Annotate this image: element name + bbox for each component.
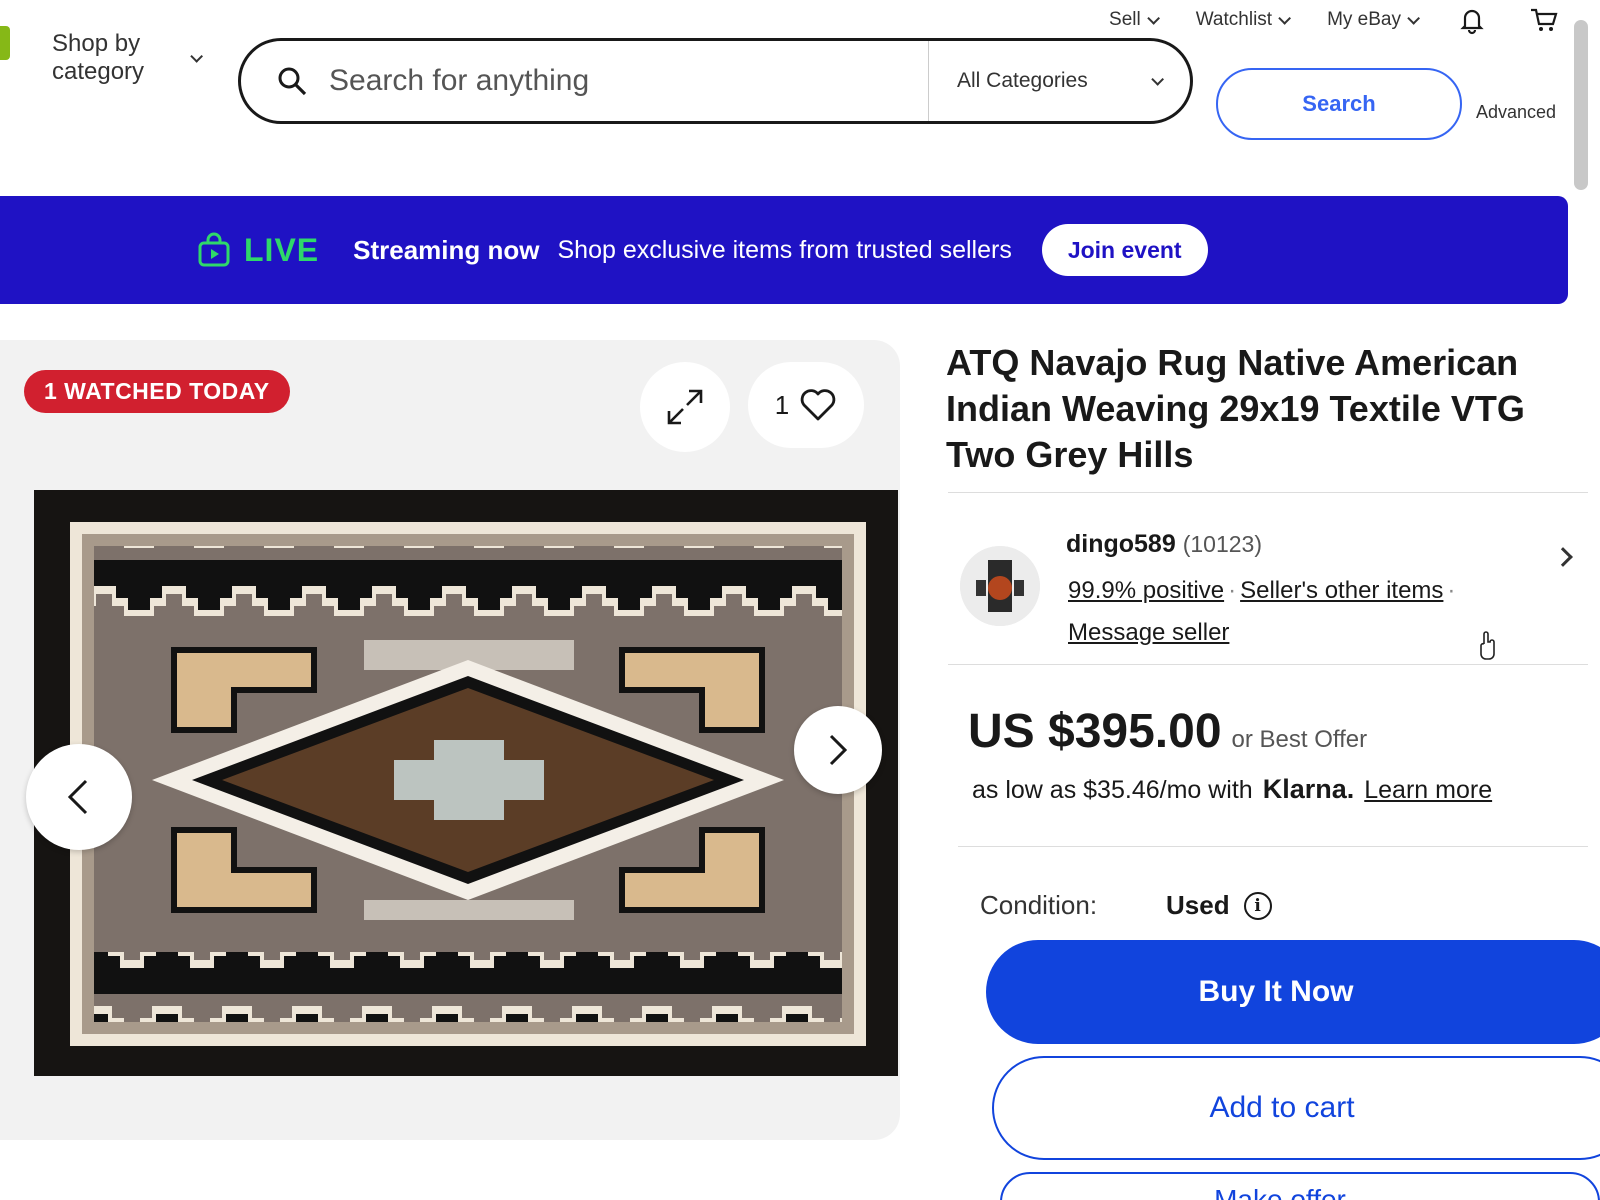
expand-icon <box>667 389 703 425</box>
advanced-search-link[interactable]: Advanced <box>1476 102 1556 123</box>
sell-label: Sell <box>1109 9 1141 30</box>
make-offer-button[interactable]: Make offer <box>1000 1172 1600 1200</box>
watch-count: 1 <box>774 389 790 420</box>
best-offer-label: or Best Offer <box>1231 726 1368 753</box>
previous-image-button[interactable] <box>26 744 132 850</box>
bell-icon[interactable] <box>1456 4 1488 36</box>
seller-name[interactable]: dingo589 <box>1066 530 1176 558</box>
chevron-right-icon[interactable] <box>1553 547 1573 567</box>
klarna-logo: Klarna. <box>1262 774 1355 804</box>
learn-more-link[interactable]: Learn more <box>1364 776 1492 805</box>
search-button[interactable]: Search <box>1216 68 1462 140</box>
watchlist-label: Watchlist <box>1195 9 1273 30</box>
klarna-monthly-text: as low as $35.46/mo with <box>972 776 1253 804</box>
chevron-down-icon <box>190 49 203 63</box>
scrollbar[interactable] <box>1574 20 1588 190</box>
heart-icon <box>800 389 836 421</box>
chevron-right-icon <box>829 734 848 766</box>
shop-by-category-button[interactable]: Shop by category <box>52 30 203 86</box>
chevron-left-icon <box>67 779 88 815</box>
live-banner-message: Shop exclusive items from trusted seller… <box>557 235 1012 264</box>
seller-name-row: dingo589 (10123) <box>1066 530 1262 559</box>
sell-link[interactable]: Sell <box>1109 9 1160 31</box>
watchlist-link[interactable]: Watchlist <box>1195 9 1292 31</box>
seller-avatar[interactable] <box>960 546 1040 626</box>
condition-label: Condition: <box>980 890 1098 920</box>
category-select-value: All Categories <box>957 69 1088 92</box>
search-bar: All Categories <box>238 38 1193 124</box>
add-to-cart-button[interactable]: Add to cart <box>992 1056 1600 1160</box>
klarna-financing: as low as $35.46/mo with Klarna. Learn m… <box>972 774 1492 805</box>
image-gallery[interactable]: 1 WATCHED TODAY 1 <box>0 340 900 1140</box>
divider <box>958 846 1588 847</box>
search-icon <box>275 64 309 98</box>
chevron-down-icon <box>1146 11 1160 25</box>
expand-button[interactable] <box>640 362 730 452</box>
item-price: US $395.00 <box>968 705 1222 758</box>
shop-by-category-label: Shop by category <box>52 30 145 85</box>
item-title: ATQ Navajo Rug Native American Indian We… <box>946 342 1525 475</box>
chevron-down-icon <box>1151 72 1164 86</box>
separator-dot: · <box>1228 577 1237 604</box>
my-ebay-link[interactable]: My eBay <box>1327 9 1420 31</box>
divider <box>948 664 1588 665</box>
ebay-logo-fragment[interactable] <box>0 26 10 60</box>
category-select[interactable]: All Categories <box>928 41 1190 121</box>
condition-value: Used <box>1166 890 1230 920</box>
next-image-button[interactable] <box>794 706 882 794</box>
streaming-now-label: Streaming now <box>353 234 540 265</box>
rug-photo <box>34 490 898 1076</box>
seller-links: 99.9% positive · Seller's other items · Mes… <box>1068 570 1488 654</box>
separator-dot: · <box>1447 577 1456 604</box>
cart-icon[interactable] <box>1528 4 1560 36</box>
condition-row: Condition: Used i <box>980 890 1272 921</box>
hand-cursor-icon <box>1476 630 1500 660</box>
message-seller-link[interactable]: Message seller <box>1068 619 1229 646</box>
live-event-banner[interactable]: LIVE Streaming now Shop exclusive items … <box>0 196 1568 304</box>
seller-other-items-link[interactable]: Seller's other items <box>1240 577 1443 604</box>
search-input[interactable] <box>329 64 889 98</box>
buy-it-now-button[interactable]: Buy It Now <box>986 940 1600 1044</box>
chevron-down-icon <box>1407 11 1420 25</box>
divider <box>948 492 1588 493</box>
seller-feedback-count: (10123) <box>1182 531 1262 557</box>
my-ebay-label: My eBay <box>1327 9 1401 30</box>
seller-positive-link[interactable]: 99.9% positive <box>1068 577 1224 604</box>
top-nav: Sell Watchlist My eBay <box>1109 0 1560 40</box>
price-row: US $395.00 or Best Offer <box>968 704 1367 759</box>
join-event-button[interactable]: Join event <box>1041 224 1208 276</box>
info-icon[interactable]: i <box>1243 891 1272 920</box>
watch-button[interactable]: 1 <box>748 362 864 448</box>
live-label: LIVE <box>244 231 320 268</box>
watched-today-badge: 1 WATCHED TODAY <box>24 370 290 413</box>
chevron-down-icon <box>1278 11 1292 25</box>
shopping-bag-play-icon <box>196 232 232 268</box>
